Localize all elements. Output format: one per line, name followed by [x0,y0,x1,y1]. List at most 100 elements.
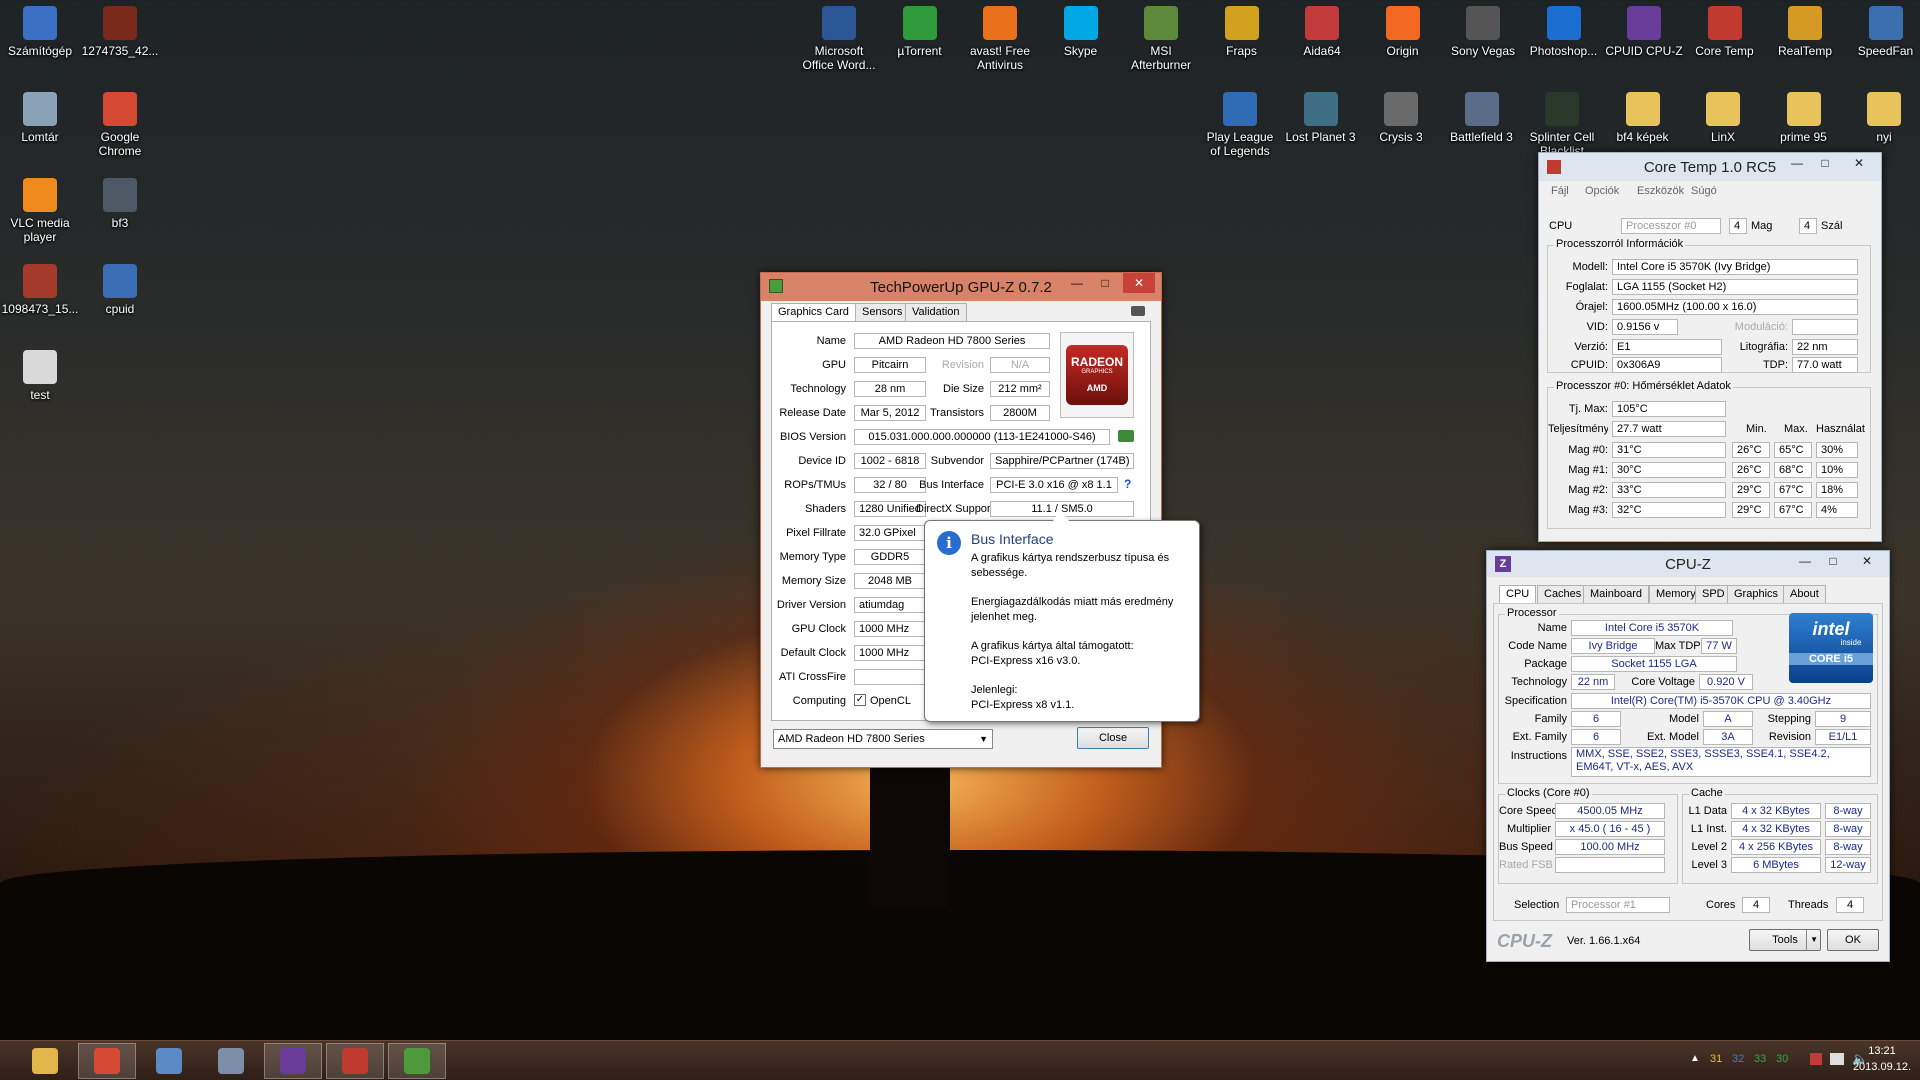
minimize-button[interactable]: — [1791,551,1819,571]
clock-value: 4500.05 MHz [1555,803,1665,819]
camera-icon[interactable] [1131,306,1145,316]
menu-options[interactable]: Opciók [1585,185,1619,197]
desktop-icon-origin[interactable]: Origin [1363,6,1443,58]
desktop-icon-image-file[interactable]: bf3 [80,178,160,230]
desktop-icon-label: nyi [1876,130,1892,144]
desktop-icon-folder[interactable]: prime 95 [1764,92,1844,144]
taskbar-item-cpuz[interactable] [264,1043,322,1079]
desktop-icon-text-file[interactable]: test [0,350,80,402]
revision-value: E1 [1612,339,1722,355]
menu-help[interactable]: Súgó [1691,185,1717,197]
selection-select[interactable]: Processor #1 [1566,897,1670,913]
tab-caches[interactable]: Caches [1537,585,1589,603]
taskbar-item-calculator[interactable] [202,1043,260,1079]
desktop-icon-afterburner[interactable]: MSI Afterburner [1121,6,1201,72]
maximize-button[interactable]: □ [1091,273,1119,293]
taskbar-item-gpuz[interactable] [388,1043,446,1079]
label-crossfire: ATI CrossFire [778,671,846,683]
tray-core-temp[interactable]: 33 [1754,1053,1766,1065]
desktop-icon-game[interactable]: Lost Planet 3 [1281,92,1361,144]
desktop-icon-recycle-bin[interactable]: Lomtár [0,92,80,144]
minimize-button[interactable]: — [1783,153,1811,173]
desktop-icon-label: Sony Vegas [1450,44,1516,58]
bus-interface-help-icon[interactable]: ? [1124,477,1131,491]
desktop-icon-vegas[interactable]: Sony Vegas [1443,6,1523,58]
network-icon[interactable] [1830,1053,1844,1065]
desktop-icon-speedfan[interactable]: SpeedFan [1846,6,1920,58]
flag-icon[interactable] [1810,1053,1822,1065]
close-button[interactable]: Close [1077,727,1149,749]
desktop-icon-computer[interactable]: Számítógép [0,6,80,58]
opencl-checkbox[interactable]: ✓ [854,694,866,706]
tray-core-temp[interactable]: 30 [1776,1053,1788,1065]
tab-graphics[interactable]: Graphics [1727,585,1786,603]
desktop-icon-chrome[interactable]: Google Chrome [80,92,160,158]
close-window-button[interactable]: ✕ [1843,153,1875,173]
tray-core-temp[interactable]: 32 [1732,1053,1744,1065]
coretemp-titlebar[interactable]: Core Temp 1.0 RC5 — □ ✕ [1539,153,1881,181]
desktop-icon-avast[interactable]: avast! Free Antivirus [960,6,1040,72]
taskbar-item-chrome[interactable] [78,1043,136,1079]
tab-cpu[interactable]: CPU [1499,585,1537,603]
desktop-icon-game[interactable]: Battlefield 3 [1442,92,1522,144]
tab-graphics-card[interactable]: Graphics Card [771,303,856,321]
desktop-icon-skype[interactable]: Skype [1041,6,1121,58]
value-subvendor: Sapphire/PCPartner (174B) [990,453,1134,469]
desktop-icon-aida64[interactable]: Aida64 [1282,6,1362,58]
tab-about[interactable]: About [1783,585,1826,603]
desktop-icon-label: Play League of Legends [1206,130,1274,158]
tab-mainboard[interactable]: Mainboard [1583,585,1649,603]
desktop-icon-lol[interactable]: Play League of Legends [1200,92,1280,158]
power-label: Teljesítmény: [1548,423,1608,435]
vid-value: 0.9156 v [1612,319,1678,335]
taskbar-item-coretemp[interactable] [326,1043,384,1079]
bios-save-icon[interactable] [1118,430,1134,442]
desktop-icon-folder[interactable]: LinX [1683,92,1763,144]
tray-core-temp[interactable]: 31 [1710,1053,1722,1065]
maximize-button[interactable]: □ [1819,551,1847,571]
desktop-icon-cpuz[interactable]: CPUID CPU-Z [1604,6,1684,58]
desktop-icon-fraps[interactable]: Fraps [1202,6,1282,58]
desktop-icon-folder[interactable]: cpuid [80,264,160,316]
core-load: 4% [1816,502,1858,518]
tab-validation[interactable]: Validation [905,303,967,321]
desktop-icon-folder[interactable]: nyi [1844,92,1920,144]
col-max: Max. [1784,423,1808,435]
taskbar-item-file-explorer[interactable] [16,1043,74,1079]
maximize-button[interactable]: □ [1811,153,1839,173]
desktop-icon-word[interactable]: Microsoft Office Word... [799,6,879,72]
desktop-icon-game[interactable]: Crysis 3 [1361,92,1441,144]
desktop-icon-realtemp[interactable]: RealTemp [1765,6,1845,58]
label-bios-version: BIOS Version [779,431,846,443]
minimize-button[interactable]: — [1063,273,1091,293]
processor-select[interactable]: Processzor #0 [1621,218,1721,234]
desktop-icon-label: Lost Planet 3 [1285,130,1356,144]
menu-tools[interactable]: Eszközök [1637,185,1684,197]
tools-button[interactable]: Tools ▼ [1749,929,1821,951]
desktop-icon-utorrent[interactable]: µTorrent [880,6,960,58]
gpu-select[interactable]: AMD Radeon HD 7800 Series ▼ [773,729,993,749]
desktop-icon-label: CPUID CPU-Z [1605,44,1683,58]
desktop-icon-game[interactable]: Splinter Cell Blacklist [1522,92,1602,158]
close-window-button[interactable]: ✕ [1123,273,1155,293]
ok-button[interactable]: OK [1827,929,1879,951]
show-hidden-icons-icon[interactable]: ▲ [1690,1053,1700,1064]
menu-file[interactable]: Fájl [1551,185,1569,197]
desktop-icon-image-file[interactable]: 1098473_15... [0,264,80,316]
gpuz-titlebar[interactable]: TechPowerUp GPU-Z 0.7.2 — □ ✕ [761,273,1161,301]
desktop-icon-coretemp[interactable]: Core Temp [1685,6,1765,58]
desktop-icon-folder[interactable]: bf4 képek [1603,92,1683,144]
tab-sensors[interactable]: Sensors [855,303,910,321]
close-window-button[interactable]: ✕ [1851,551,1883,571]
desktop-icon-image-file[interactable]: 1274735_42... [80,6,160,58]
clock-date[interactable]: 2013.09.12. [1852,1061,1912,1073]
clock-time[interactable]: 13:21 [1852,1045,1912,1057]
processor-title: Processor [1505,607,1559,619]
desktop-icon-vlc[interactable]: VLC media player [0,178,80,244]
cpuz-titlebar[interactable]: Z CPU-Z — □ ✕ [1487,551,1889,577]
coretemp-body: CPU Processzor #0 4 Mag 4 Szál Processzo… [1543,203,1877,537]
taskbar-item-paint[interactable] [140,1043,198,1079]
cpuz-app-icon: Z [1495,556,1511,572]
clock-label: Bus Speed [1499,841,1553,853]
desktop-icon-photoshop[interactable]: Photoshop... [1524,6,1604,58]
